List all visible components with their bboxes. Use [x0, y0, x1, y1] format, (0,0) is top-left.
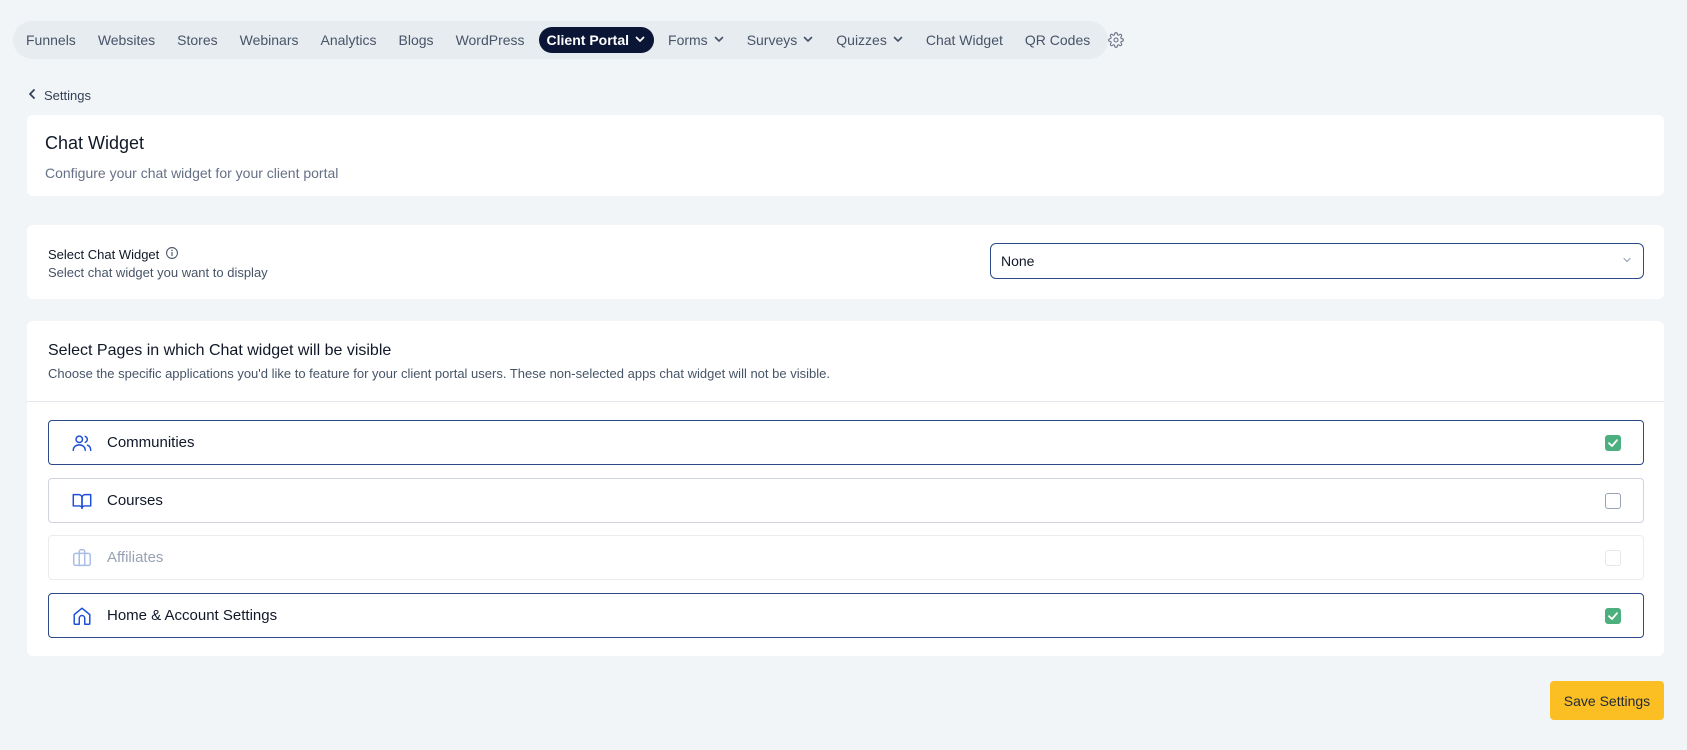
chevron-down-icon	[802, 32, 814, 48]
top-navigation: Funnels Websites Stores Webinars Analyti…	[13, 21, 1125, 59]
chat-widget-select-value: None	[1001, 253, 1035, 269]
header-card: Chat Widget Configure your chat widget f…	[27, 115, 1664, 196]
home-icon	[71, 605, 93, 627]
nav-tab-forms[interactable]: Forms	[660, 27, 733, 53]
chevron-left-icon	[26, 88, 38, 103]
select-chat-widget-label: Select Chat Widget	[48, 246, 179, 263]
briefcase-icon	[71, 547, 93, 569]
users-icon	[71, 432, 93, 454]
nav-tab-webinars[interactable]: Webinars	[232, 27, 307, 53]
chevron-down-icon	[892, 32, 904, 48]
page-subtitle: Configure your chat widget for your clie…	[45, 165, 339, 181]
nav-tab-websites[interactable]: Websites	[90, 27, 163, 53]
nav-tab-quizzes[interactable]: Quizzes	[828, 27, 912, 53]
chevron-down-icon	[634, 32, 646, 48]
chat-widget-select[interactable]: None	[990, 243, 1644, 279]
pages-section-title: Select Pages in which Chat widget will b…	[48, 342, 392, 359]
back-to-settings-link[interactable]: Settings	[26, 88, 91, 103]
nav-tab-client-portal[interactable]: Client Portal	[538, 27, 655, 53]
book-open-icon	[71, 490, 93, 512]
page-option-courses[interactable]: Courses	[48, 478, 1644, 523]
page-title: Chat Widget	[45, 133, 145, 153]
nav-tab-surveys[interactable]: Surveys	[739, 27, 823, 53]
nav-tab-wordpress[interactable]: WordPress	[448, 27, 533, 53]
affiliates-checkbox	[1605, 550, 1621, 566]
gear-icon[interactable]	[1104, 27, 1128, 53]
page-option-affiliates: Affiliates	[48, 535, 1644, 580]
nav-tab-qr-codes[interactable]: QR Codes	[1017, 27, 1098, 53]
pages-section-description: Choose the specific applications you'd l…	[48, 366, 830, 381]
nav-tab-funnels[interactable]: Funnels	[26, 27, 84, 53]
info-icon[interactable]	[165, 246, 179, 263]
home-account-settings-checkbox[interactable]	[1605, 608, 1621, 624]
communities-checkbox[interactable]	[1605, 435, 1621, 451]
save-settings-button[interactable]: Save Settings	[1550, 681, 1664, 720]
divider	[27, 401, 1664, 402]
nav-tab-blogs[interactable]: Blogs	[391, 27, 442, 53]
nav-tab-analytics[interactable]: Analytics	[313, 27, 385, 53]
chat-widget-select-card: Select Chat Widget Select chat widget yo…	[27, 225, 1664, 299]
nav-tab-stores[interactable]: Stores	[169, 27, 225, 53]
visible-pages-card: Select Pages in which Chat widget will b…	[27, 321, 1664, 656]
page-option-communities[interactable]: Communities	[48, 420, 1644, 465]
page-option-home-account-settings[interactable]: Home & Account Settings	[48, 593, 1644, 638]
nav-tab-chat-widget[interactable]: Chat Widget	[918, 27, 1011, 53]
chevron-down-icon	[713, 32, 725, 48]
courses-checkbox[interactable]	[1605, 493, 1621, 509]
chevron-down-icon	[1621, 253, 1633, 269]
select-chat-widget-help: Select chat widget you want to display	[48, 265, 268, 280]
